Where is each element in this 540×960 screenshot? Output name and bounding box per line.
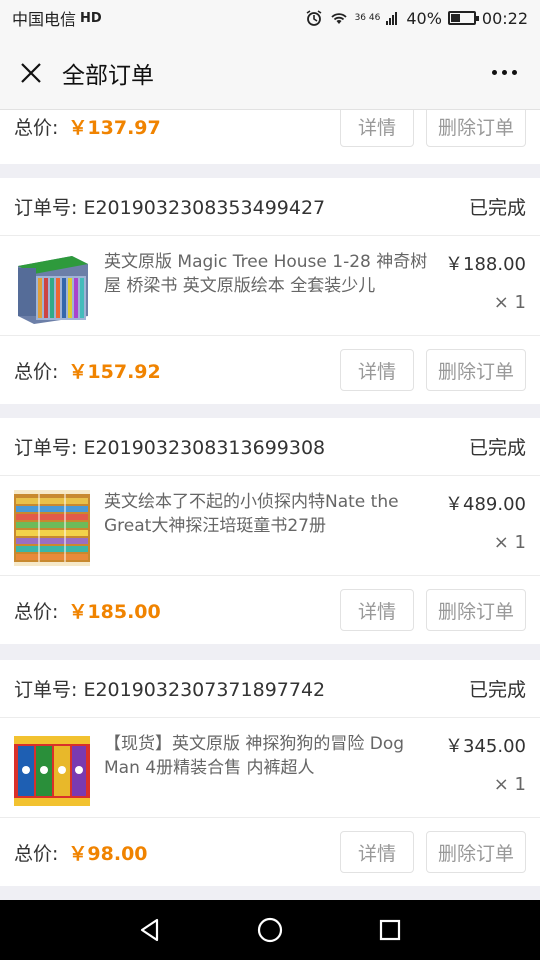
battery-percent: 40% xyxy=(406,8,442,28)
detail-button[interactable]: 详情 xyxy=(340,589,414,631)
product-thumbnail[interactable] xyxy=(14,490,90,566)
order-status: 已完成 xyxy=(468,679,526,701)
total-label: 总价: xyxy=(14,842,59,865)
total-label: 总价: xyxy=(14,360,59,383)
item-quantity: × 1 xyxy=(493,292,526,313)
more-dot-icon xyxy=(501,70,507,75)
product-thumbnail[interactable] xyxy=(14,250,90,326)
order-number: E2019032307371897742 xyxy=(83,679,326,701)
signal-text: 36 46 xyxy=(354,12,381,23)
clock-time: 00:22 xyxy=(481,8,528,28)
order-footer: 总价: ￥157.92 详情 删除订单 xyxy=(0,336,540,404)
order-list[interactable]: 总价: ￥137.97 详情 删除订单 订单号: E20190323083534… xyxy=(0,110,540,900)
close-button[interactable] xyxy=(16,58,46,88)
hd-badge: HD xyxy=(80,10,102,26)
battery-fill xyxy=(450,14,460,22)
nav-bar: 全部订单 xyxy=(0,36,540,110)
item-price-box: ￥345.00 × 1 xyxy=(430,732,526,817)
item-price: ￥345.00 xyxy=(445,736,526,757)
order-status: 已完成 xyxy=(468,197,526,219)
item-price-box: ￥188.00 × 1 xyxy=(430,250,526,335)
item-quantity: × 1 xyxy=(493,774,526,795)
alarm-icon xyxy=(305,9,323,27)
recent-square-icon xyxy=(379,919,401,941)
order-card: 订单号: E2019032307371897742 已完成 【现货】英文原版 神… xyxy=(0,660,540,886)
home-button[interactable] xyxy=(252,912,288,948)
carrier-group: 中国电信 HD xyxy=(12,6,102,30)
detail-button[interactable]: 详情 xyxy=(340,831,414,873)
order-item[interactable]: 【现货】英文原版 神探狗狗的冒险 Dog Man 4册精装合售 内裤超人 ￥34… xyxy=(0,718,540,818)
order-status: 已完成 xyxy=(468,437,526,459)
product-thumbnail[interactable] xyxy=(14,732,90,808)
order-number-label: 订单号: xyxy=(14,197,84,219)
item-price-box: ￥489.00 × 1 xyxy=(430,490,526,575)
back-triangle-icon xyxy=(140,918,159,942)
order-card: 订单号: E2019032308313699308 已完成 英文绘本了不起的小侦… xyxy=(0,418,540,644)
item-price: ￥188.00 xyxy=(445,254,526,275)
order-item[interactable]: 英文原版 Magic Tree House 1-28 神奇树屋 桥梁书 英文原版… xyxy=(0,236,540,336)
order-header: 订单号: E2019032307371897742 已完成 xyxy=(0,660,540,718)
order-number: E2019032308353499427 xyxy=(83,197,326,219)
total-value: ￥98.00 xyxy=(68,842,148,865)
delete-order-button[interactable]: 删除订单 xyxy=(426,589,526,631)
detail-button[interactable]: 详情 xyxy=(340,349,414,391)
order-number-label: 订单号: xyxy=(14,437,84,459)
delete-order-button[interactable]: 删除订单 xyxy=(426,349,526,391)
order-card: 订单号: E2019032308353499427 已完成 英文原版 Magic… xyxy=(0,178,540,404)
item-price: ￥489.00 xyxy=(445,494,526,515)
page-title: 全部订单 xyxy=(62,62,154,89)
order-header: 订单号: E2019032308353499427 已完成 xyxy=(0,178,540,236)
recent-apps-button[interactable] xyxy=(372,912,408,948)
order-footer: 总价: ￥137.97 详情 删除订单 xyxy=(0,110,540,147)
detail-button[interactable]: 详情 xyxy=(340,110,414,147)
back-button[interactable] xyxy=(132,912,168,948)
home-circle-icon xyxy=(257,917,283,943)
more-menu-button[interactable] xyxy=(484,58,524,88)
total-value: ￥137.97 xyxy=(68,116,161,139)
total-value: ￥157.92 xyxy=(68,360,161,383)
status-right: 36 46 40% 00:22 xyxy=(305,9,528,28)
order-number-group: 订单号: E2019032307371897742 xyxy=(14,675,325,702)
order-footer: 总价: ￥98.00 详情 删除订单 xyxy=(0,818,540,886)
product-title: 英文原版 Magic Tree House 1-28 神奇树屋 桥梁书 英文原版… xyxy=(104,252,428,296)
product-title: 英文绘本了不起的小侦探内特Nate the Great大神探汪培珽童书27册 xyxy=(104,492,399,536)
order-number-group: 订单号: E2019032308313699308 xyxy=(14,433,325,460)
signal-icon: 36 46 xyxy=(354,12,381,23)
order-item[interactable]: 英文绘本了不起的小侦探内特Nate the Great大神探汪培珽童书27册 ￥… xyxy=(0,476,540,576)
product-title: 【现货】英文原版 神探狗狗的冒险 Dog Man 4册精装合售 内裤超人 xyxy=(104,734,405,778)
carrier-name: 中国电信 xyxy=(12,10,77,29)
delete-order-button[interactable]: 删除订单 xyxy=(426,831,526,873)
order-header: 订单号: E2019032308313699308 已完成 xyxy=(0,418,540,476)
close-icon xyxy=(21,62,41,83)
delete-order-button[interactable]: 删除订单 xyxy=(426,110,526,147)
more-dot-icon xyxy=(491,70,497,75)
total-label: 总价: xyxy=(14,600,59,623)
total-value: ￥185.00 xyxy=(68,600,161,623)
status-bar: 中国电信 HD 36 46 40% 00:22 xyxy=(0,0,540,36)
order-number: E2019032308313699308 xyxy=(83,437,326,459)
order-number-group: 订单号: E2019032308353499427 xyxy=(14,193,325,220)
signal-bars-icon xyxy=(386,11,400,25)
total-label: 总价: xyxy=(14,116,59,139)
wifi-icon xyxy=(329,10,349,26)
system-navigation-bar xyxy=(0,900,540,960)
more-dot-icon xyxy=(511,70,517,75)
order-footer: 总价: ￥185.00 详情 删除订单 xyxy=(0,576,540,644)
item-quantity: × 1 xyxy=(493,532,526,553)
order-card-partial: 总价: ￥137.97 详情 删除订单 xyxy=(0,110,540,164)
order-number-label: 订单号: xyxy=(14,679,84,701)
battery-icon xyxy=(447,11,479,25)
